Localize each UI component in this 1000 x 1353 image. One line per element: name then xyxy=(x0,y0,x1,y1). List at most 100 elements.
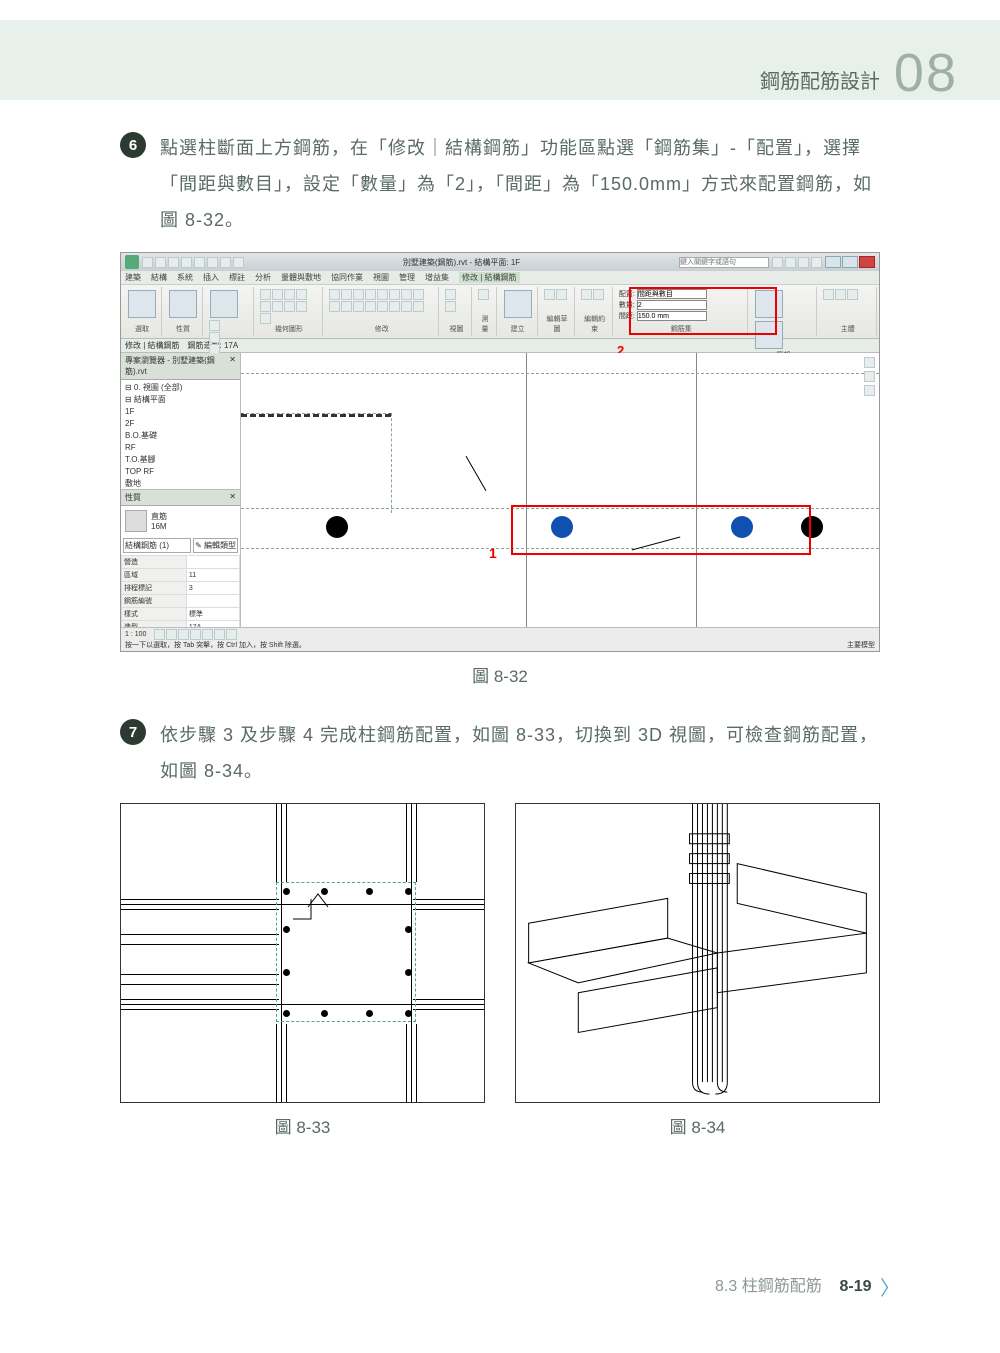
footer-section: 8.3 柱鋼筋配筋 xyxy=(715,1278,822,1295)
close-icon[interactable]: ✕ xyxy=(229,492,236,503)
tree-item[interactable]: B.O.基礎 xyxy=(125,430,236,442)
create-icon[interactable] xyxy=(504,290,532,318)
qty-field[interactable] xyxy=(637,300,707,310)
app-icon xyxy=(125,255,139,269)
chapter-title: 鋼筋配筋設計 xyxy=(760,65,880,94)
step-6-badge: 6 xyxy=(120,132,146,158)
spacing-field[interactable] xyxy=(637,311,707,321)
figure-8-33-caption: 圖 8-33 xyxy=(120,1113,485,1138)
ribbon-select[interactable]: 選取 xyxy=(123,287,162,336)
tab[interactable]: 協同作業 xyxy=(331,272,363,283)
type-image xyxy=(125,510,147,532)
tab[interactable]: 插入 xyxy=(203,272,219,283)
tab[interactable]: 分析 xyxy=(255,272,271,283)
status-model: 主要模型 xyxy=(847,640,875,650)
tab[interactable]: 標註 xyxy=(229,272,245,283)
ribbon-presentation[interactable]: 簡報 xyxy=(750,287,817,336)
step-7-badge: 7 xyxy=(120,719,146,745)
chapter-header: 鋼筋配筋設計 08 xyxy=(0,20,1000,100)
view-controls[interactable] xyxy=(154,629,237,640)
figure-8-34-caption: 圖 8-34 xyxy=(515,1113,880,1138)
layout-label: 配置: xyxy=(619,289,635,299)
tree-item[interactable]: 敷地 xyxy=(125,478,236,490)
tab[interactable]: 量體與敷地 xyxy=(281,272,321,283)
layout-dropdown[interactable] xyxy=(637,289,707,299)
3d-rebar-view xyxy=(516,804,879,1102)
figure-8-33 xyxy=(120,803,485,1103)
revit-ribbon[interactable]: 選取 性質 剪貼簿 幾何圖形 修改 視圖 測量 建立 編輯草圖 編輯約束 配置:… xyxy=(121,285,879,339)
ribbon-measure[interactable]: 測量 xyxy=(474,287,496,336)
paste-icon[interactable] xyxy=(210,290,238,318)
view-scale[interactable]: 1 : 100 xyxy=(125,631,146,638)
type-name: 直筋 xyxy=(151,511,167,522)
tab[interactable]: 管理 xyxy=(399,272,415,283)
options-label: 修改 | 結構鋼筋 xyxy=(125,340,180,351)
tree-item[interactable]: 2F xyxy=(125,418,236,430)
properties-table[interactable]: 營造 區域11 排程標記3 鋼筋編號 樣式標準 造型17A 造型影像<無> 彎鉤… xyxy=(121,555,240,627)
chevron-right-icon: 〉 xyxy=(880,1278,900,1300)
qty-label: 數量: xyxy=(619,300,635,310)
revit-body: 專案瀏覽器 - 別墅建築(鋼筋).rvt✕ ⊟ 0. 視圖 (全部) ⊟ 結構平… xyxy=(121,353,879,627)
tab-active[interactable]: 修改 | 結構鋼筋 xyxy=(459,272,520,283)
revit-tabs[interactable]: 建築 結構 系統 插入 標註 分析 量體與敷地 協同作業 視圖 管理 增益集 修… xyxy=(121,271,879,285)
ribbon-view[interactable]: 視圖 xyxy=(441,287,472,336)
title-right-icons[interactable] xyxy=(772,257,822,268)
step-7: 7 依步驟 3 及步驟 4 完成柱鋼筋配置，如圖 8-33，切換到 3D 視圖，… xyxy=(120,717,880,789)
properties-title: 性質✕ xyxy=(121,490,240,506)
tab[interactable]: 增益集 xyxy=(425,272,449,283)
window-buttons[interactable] xyxy=(825,256,875,268)
tree-item[interactable]: ⊟ 結構平面 xyxy=(125,394,236,406)
tab[interactable]: 建築 xyxy=(125,272,141,283)
figures-row: 圖 8-33 xyxy=(120,803,880,1168)
annotation-1: 1 xyxy=(489,545,497,561)
tree-item[interactable]: ⊟ 0. 視圖 (全部) xyxy=(125,382,236,394)
spacing-label: 間距: xyxy=(619,311,635,321)
ribbon-properties[interactable]: 性質 xyxy=(164,287,203,336)
figure-8-32-caption: 圖 8-32 xyxy=(120,662,880,687)
ribbon-rebar-set[interactable]: 配置: 數量: 間距: 鋼筋集 xyxy=(615,287,749,336)
project-browser-title: 專案瀏覽器 - 別墅建築(鋼筋).rvt✕ xyxy=(121,353,240,380)
help-search[interactable] xyxy=(679,257,769,268)
tree-item[interactable]: RF xyxy=(125,442,236,454)
ribbon-edit-sketch[interactable]: 編輯草圖 xyxy=(540,287,576,336)
arrow-icon[interactable] xyxy=(128,290,156,318)
ribbon-geometry[interactable]: 幾何圖形 xyxy=(256,287,323,336)
ribbon-create[interactable]: 建立 xyxy=(499,287,538,336)
revit-window: 別墅建築(鋼筋).rvt - 結構平面: 1F 建築 結構 系統 插入 標註 分… xyxy=(120,252,880,652)
rebar-dot[interactable] xyxy=(326,516,348,538)
tick-mark xyxy=(466,456,487,491)
ribbon-host[interactable]: 主體 xyxy=(819,287,877,336)
revit-canvas[interactable]: 1 xyxy=(241,353,879,627)
tree-item[interactable]: TOP RF xyxy=(125,466,236,478)
figure-8-34 xyxy=(515,803,880,1103)
window-title: 別墅建築(鋼筋).rvt - 結構平面: 1F xyxy=(247,257,676,268)
tree-item[interactable]: T.O.基腳 xyxy=(125,454,236,466)
selector-dropdown[interactable]: 結構鋼筋 (1) xyxy=(123,538,191,553)
nav-bar[interactable] xyxy=(864,357,875,396)
annotation-box-1 xyxy=(511,505,811,555)
left-panel: 專案瀏覽器 - 別墅建築(鋼筋).rvt✕ ⊟ 0. 視圖 (全部) ⊟ 結構平… xyxy=(121,353,241,627)
tree-item[interactable]: 1F xyxy=(125,406,236,418)
page-footer: 8.3 柱鋼筋配筋 8-19 〉 xyxy=(715,1272,900,1301)
tab[interactable]: 系統 xyxy=(177,272,193,283)
page-content: 6 點選柱斷面上方鋼筋，在「修改｜結構鋼筋」功能區點選「鋼筋集」-「配置」，選擇… xyxy=(120,130,880,1168)
type-size: 16M xyxy=(151,522,167,531)
ribbon-clipboard[interactable]: 剪貼簿 xyxy=(205,287,254,336)
edit-type-button[interactable]: ✎ 編輯類型 xyxy=(193,538,238,553)
step-6: 6 點選柱斷面上方鋼筋，在「修改｜結構鋼筋」功能區點選「鋼筋集」-「配置」，選擇… xyxy=(120,130,880,238)
qat-icons[interactable] xyxy=(142,257,244,268)
ribbon-modify[interactable]: 修改 xyxy=(325,287,440,336)
status-bar: 1 : 100 按一下以選取，按 Tab 突擊，按 Ctrl 加入，按 Shif… xyxy=(121,627,879,651)
step-6-text: 點選柱斷面上方鋼筋，在「修改｜結構鋼筋」功能區點選「鋼筋集」-「配置」，選擇「間… xyxy=(160,130,880,238)
properties-panel[interactable]: 直筋 16M 結構鋼筋 (1) ✎ 編輯類型 營造 區域11 排程標記3 xyxy=(121,506,240,627)
revit-titlebar: 別墅建築(鋼筋).rvt - 結構平面: 1F xyxy=(121,253,879,271)
props-icon[interactable] xyxy=(169,290,197,318)
figure-8-32: 別墅建築(鋼筋).rvt - 結構平面: 1F 建築 結構 系統 插入 標註 分… xyxy=(120,252,880,652)
step-7-text: 依步驟 3 及步驟 4 完成柱鋼筋配置，如圖 8-33，切換到 3D 視圖，可檢… xyxy=(160,717,880,789)
tab[interactable]: 視圖 xyxy=(373,272,389,283)
tab[interactable]: 結構 xyxy=(151,272,167,283)
project-browser-tree[interactable]: ⊟ 0. 視圖 (全部) ⊟ 結構平面 1F 2F B.O.基礎 RF T.O.… xyxy=(121,380,240,490)
ribbon-edit-constraint[interactable]: 編輯約束 xyxy=(577,287,613,336)
status-hint: 按一下以選取，按 Tab 突擊，按 Ctrl 加入，按 Shift 除選。 xyxy=(125,640,306,650)
close-icon[interactable]: ✕ xyxy=(229,355,236,377)
